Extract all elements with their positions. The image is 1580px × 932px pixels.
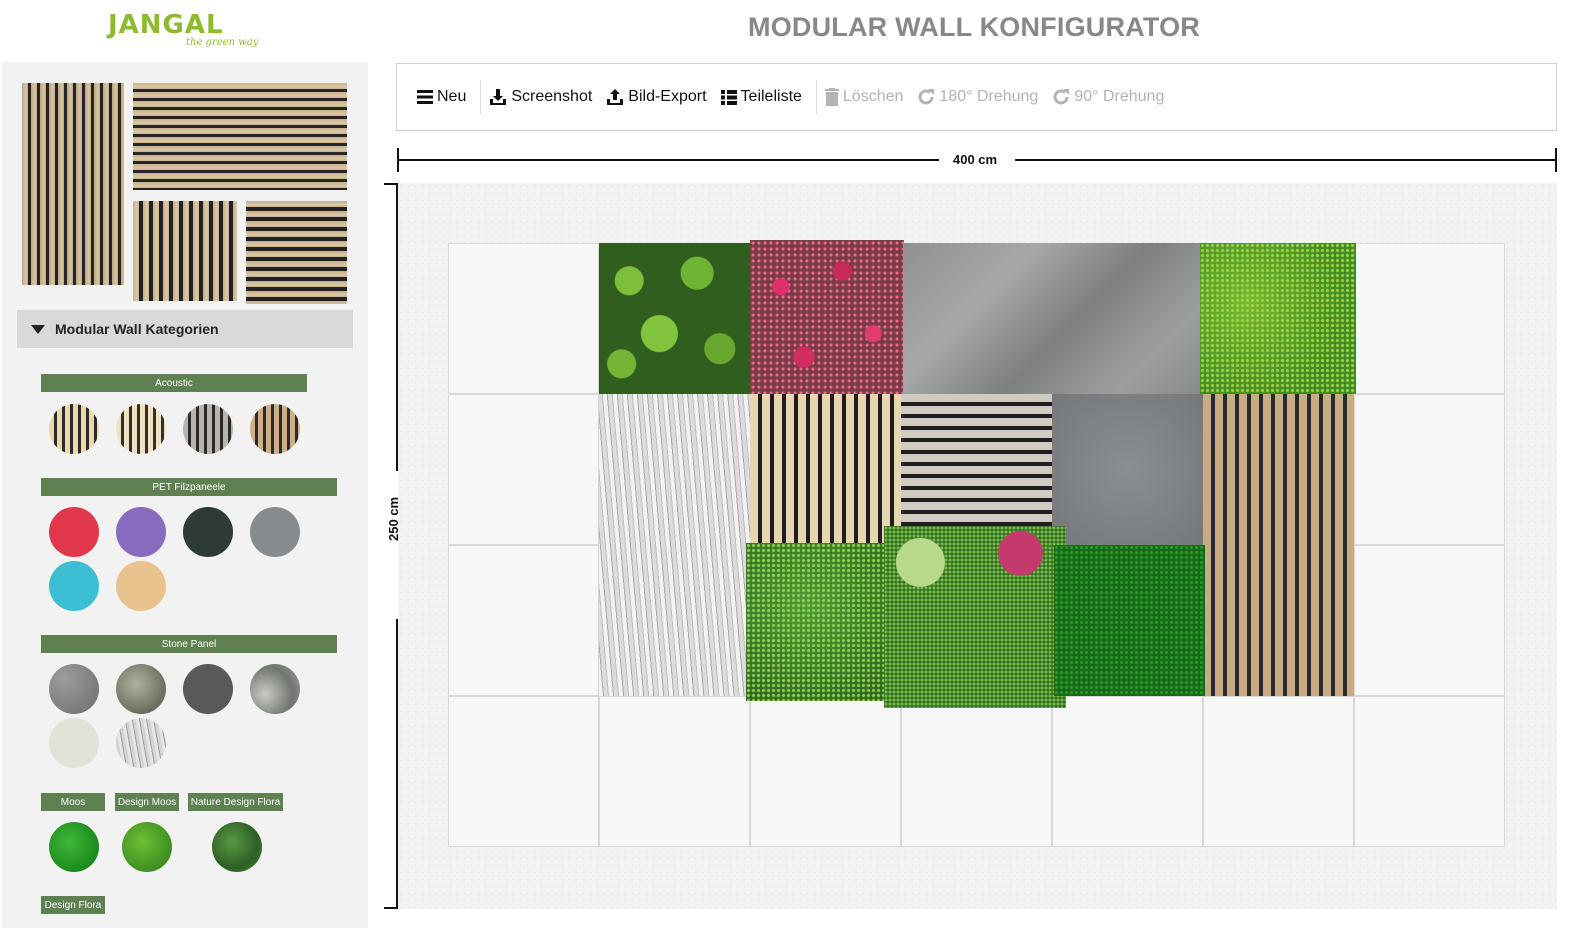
image-export-button[interactable]: Bild-Export — [606, 88, 707, 106]
grid-cell[interactable] — [1354, 696, 1505, 847]
rotate-180-button[interactable]: 180° Drehung — [917, 88, 1038, 106]
logo-tagline: the green way — [186, 37, 259, 48]
swatch-pet-red[interactable] — [49, 507, 99, 557]
grid-cell[interactable] — [750, 696, 901, 847]
swatch-nature-design-flora[interactable] — [212, 822, 262, 872]
tile-light-moss[interactable] — [1200, 243, 1356, 394]
dimension-line-right — [1015, 159, 1557, 161]
new-button-label: Neu — [437, 88, 467, 105]
parts-list-button-label: Teileliste — [740, 88, 802, 105]
tile-acoustic-vertical[interactable] — [750, 394, 901, 545]
upload-icon — [607, 89, 624, 105]
rotate-icon — [1053, 89, 1070, 105]
category-header-label: Modular Wall Kategorien — [55, 321, 219, 337]
grid-cell[interactable] — [448, 243, 599, 394]
group-label-stone: Stone Panel — [41, 635, 337, 653]
grid-cell[interactable] — [1203, 696, 1354, 847]
tile-slate-stone-wide[interactable] — [903, 243, 1203, 394]
grid-cell[interactable] — [1354, 243, 1505, 394]
group-label-design-flora: Design Flora — [41, 896, 105, 914]
dimension-line-left — [397, 159, 939, 161]
delete-button-label: Löschen — [842, 88, 904, 105]
swatch-pet-sand[interactable] — [116, 561, 166, 611]
grid-cell[interactable] — [448, 545, 599, 696]
image-export-button-label: Bild-Export — [628, 88, 707, 105]
rotate-180-button-label: 180° Drehung — [939, 88, 1039, 105]
wall-canvas[interactable] — [398, 183, 1557, 909]
preview-acoustic-horizontal-wide[interactable] — [133, 83, 347, 190]
new-button[interactable]: Neu — [417, 88, 466, 106]
triangle-down-icon — [31, 324, 45, 334]
grid-cell[interactable] — [599, 696, 750, 847]
download-icon — [490, 89, 507, 105]
grid-cell[interactable] — [1052, 696, 1203, 847]
rotate-icon — [918, 89, 935, 105]
rotate-90-button[interactable]: 90° Drehung — [1052, 88, 1164, 106]
tile-pink-flowers[interactable] — [750, 240, 904, 396]
grid-cell[interactable] — [901, 696, 1052, 847]
swatch-stone-5[interactable] — [49, 718, 99, 768]
swatch-acoustic-2[interactable] — [116, 404, 166, 454]
tile-mixed-flora[interactable] — [884, 526, 1066, 708]
delete-button[interactable]: Löschen — [824, 88, 904, 106]
swatch-acoustic-1[interactable] — [49, 404, 99, 454]
tile-concrete-stone[interactable] — [1052, 394, 1203, 545]
page-title: MODULAR WALL KONFIGURATOR — [748, 12, 1200, 42]
group-label-moos: Moos — [41, 793, 105, 811]
swatch-pet-dark-green[interactable] — [183, 507, 233, 557]
rotate-90-button-label: 90° Drehung — [1074, 88, 1165, 105]
swatch-design-moos[interactable] — [122, 822, 172, 872]
swatch-stone-4[interactable] — [250, 664, 300, 714]
menu-icon — [417, 90, 433, 104]
tile-white-marble-tall[interactable] — [599, 394, 750, 696]
jangal-logo[interactable]: JANGAL the green way — [108, 10, 268, 56]
grid-cell[interactable] — [1354, 394, 1505, 545]
swatch-moos[interactable] — [49, 822, 99, 872]
swatch-pet-grey[interactable] — [250, 507, 300, 557]
trash-icon — [824, 88, 839, 106]
swatch-stone-6[interactable] — [116, 718, 166, 768]
tile-jungle-flora[interactable] — [746, 543, 904, 701]
app-root: JANGAL the green way MODULAR WALL KONFIG… — [0, 0, 1580, 932]
toolbar-separator — [480, 80, 482, 114]
swatch-stone-3[interactable] — [183, 664, 233, 714]
preview-acoustic-vertical[interactable] — [22, 83, 124, 285]
preview-acoustic-horizontal-small[interactable] — [246, 201, 347, 304]
toolbar-separator — [815, 80, 817, 114]
list-icon — [720, 89, 737, 105]
screenshot-button[interactable]: Screenshot — [489, 88, 592, 106]
group-label-design-moos: Design Moos — [115, 793, 179, 811]
sidebar: Modular Wall Kategorien Acoustic PET Fil… — [2, 62, 368, 928]
swatch-acoustic-3[interactable] — [183, 404, 233, 454]
logo-text: JANGAL — [108, 10, 224, 40]
tile-dark-moss[interactable] — [1054, 545, 1205, 696]
swatch-pet-purple[interactable] — [116, 507, 166, 557]
grid-cell[interactable] — [448, 696, 599, 847]
width-dimension: 400 cm — [397, 147, 1557, 172]
group-label-pet: PET Filzpaneele — [41, 478, 337, 496]
tile-acoustic-horizontal[interactable] — [901, 394, 1052, 545]
swatch-stone-2[interactable] — [116, 664, 166, 714]
preview-acoustic-vertical-small[interactable] — [133, 201, 237, 301]
toolbar: Neu Screenshot Bild-Export Teileliste Lö… — [396, 63, 1557, 131]
parts-list-button[interactable]: Teileliste — [720, 88, 802, 106]
tile-acoustic-vertical-tall[interactable] — [1203, 394, 1354, 696]
swatch-stone-1[interactable] — [49, 664, 99, 714]
swatch-acoustic-4[interactable] — [250, 404, 300, 454]
swatch-pet-turquoise[interactable] — [49, 561, 99, 611]
category-accordion-header[interactable]: Modular Wall Kategorien — [17, 310, 353, 348]
group-label-nature-design-flora: Nature Design Flora — [188, 793, 283, 811]
group-label-acoustic: Acoustic — [41, 374, 307, 392]
screenshot-button-label: Screenshot — [511, 88, 593, 105]
grid-cell[interactable] — [1354, 545, 1505, 696]
dimension-cap-right — [1555, 148, 1557, 172]
grid-cell[interactable] — [448, 394, 599, 545]
tile-cushion-moss[interactable] — [599, 243, 750, 394]
width-dimension-label: 400 cm — [953, 152, 998, 167]
